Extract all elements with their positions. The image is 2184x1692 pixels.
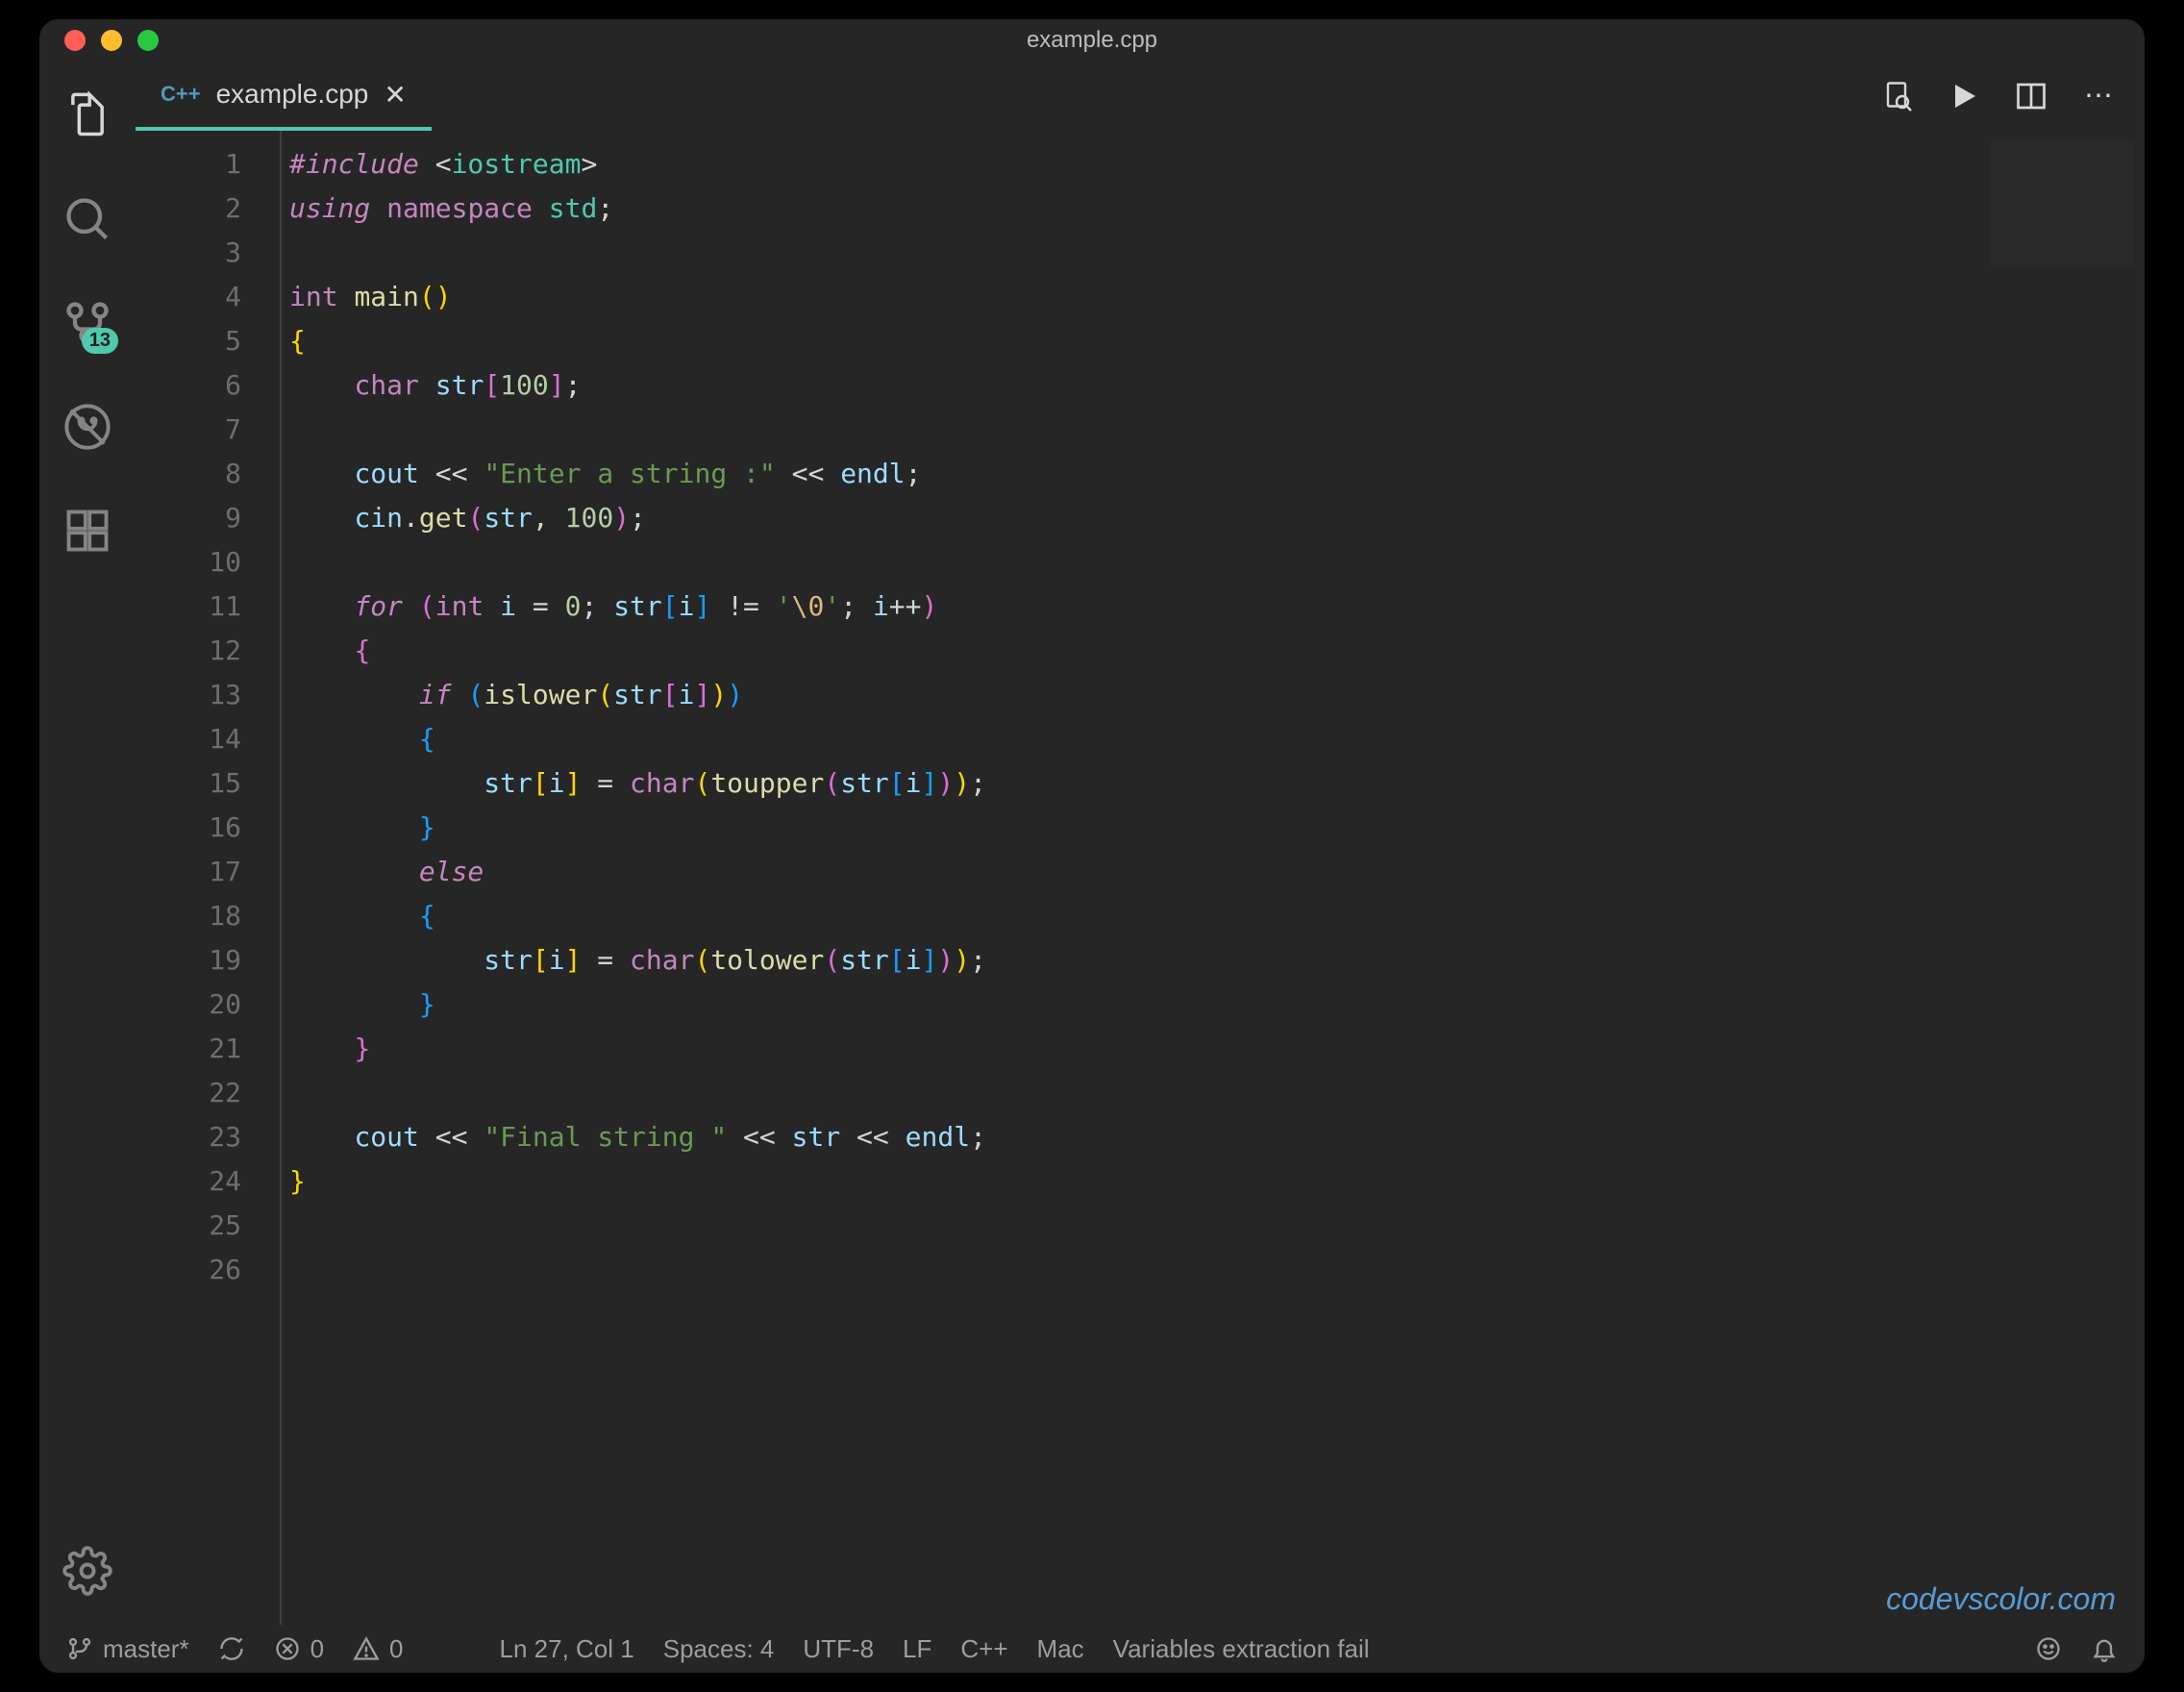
os-label[interactable]: Mac [1037, 1634, 1084, 1664]
eol[interactable]: LF [903, 1634, 931, 1664]
find-in-file-icon[interactable] [1879, 79, 1914, 113]
editor-actions: ⋯ [1879, 62, 2145, 131]
language-icon: C++ [161, 82, 201, 107]
activity-bar: 13 [39, 62, 136, 1625]
tab-example-cpp[interactable]: C++ example.cpp ✕ [136, 62, 432, 131]
cursor-position[interactable]: Ln 27, Col 1 [500, 1634, 634, 1664]
editor[interactable]: 1234567891011121314151617181920212223242… [136, 131, 2145, 1625]
warnings-count[interactable]: 0 [353, 1634, 403, 1664]
watermark: codevscolor.com [1886, 1581, 2116, 1617]
scm-badge: 13 [82, 328, 118, 354]
code-area[interactable]: #include <iostream>using namespace std; … [280, 131, 2145, 1625]
search-icon[interactable] [62, 194, 112, 244]
notifications-bell-icon[interactable] [2091, 1635, 2118, 1662]
language-mode[interactable]: C++ [960, 1634, 1007, 1664]
extra-status[interactable]: Variables extraction fail [1113, 1634, 1370, 1664]
minimap[interactable] [1991, 140, 2135, 265]
errors-count[interactable]: 0 [274, 1634, 324, 1664]
source-control-icon[interactable]: 13 [62, 298, 112, 348]
run-icon[interactable] [1947, 79, 1981, 113]
git-branch[interactable]: master* [66, 1634, 189, 1664]
tab-bar: C++ example.cpp ✕ ⋯ [136, 62, 2145, 131]
indentation[interactable]: Spaces: 4 [663, 1634, 775, 1664]
editor-group: C++ example.cpp ✕ ⋯ [136, 62, 2145, 1625]
sync-icon[interactable] [218, 1635, 245, 1662]
split-editor-icon[interactable] [2014, 79, 2048, 113]
window: example.cpp 13 [39, 19, 2145, 1673]
titlebar: example.cpp [39, 19, 2145, 62]
extensions-icon[interactable] [62, 506, 112, 556]
line-number-gutter: 1234567891011121314151617181920212223242… [136, 131, 280, 1625]
body: 13 C++ example.cpp ✕ [39, 62, 2145, 1625]
feedback-smiley-icon[interactable] [2035, 1635, 2062, 1662]
window-title: example.cpp [39, 27, 2145, 54]
close-tab-icon[interactable]: ✕ [384, 79, 406, 111]
more-actions-icon[interactable]: ⋯ [2081, 79, 2116, 113]
encoding[interactable]: UTF-8 [803, 1634, 874, 1664]
debug-icon[interactable] [62, 402, 112, 452]
tab-filename: example.cpp [216, 79, 369, 110]
settings-gear-icon[interactable] [62, 1546, 112, 1596]
explorer-icon[interactable] [62, 90, 112, 140]
status-bar: master* 0 0 Ln 27, Col 1 Spaces: 4 UTF-8… [39, 1625, 2145, 1673]
